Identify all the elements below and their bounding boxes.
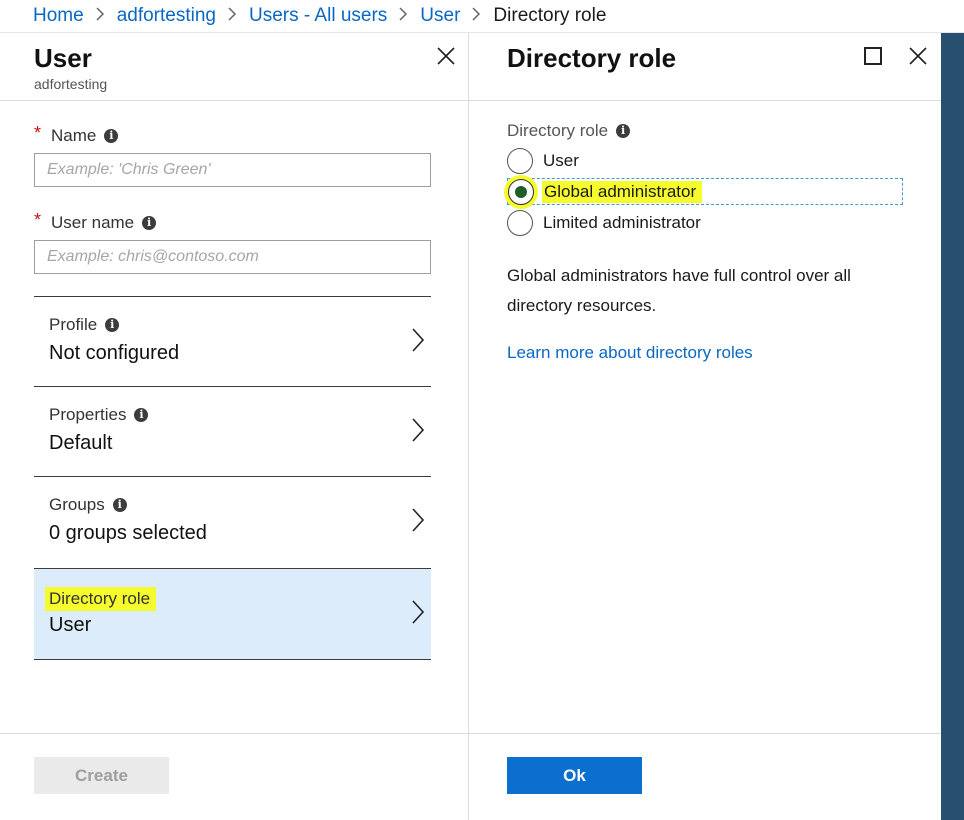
info-icon[interactable]: i xyxy=(134,408,149,422)
divider xyxy=(469,100,941,101)
role-description: Global administrators have full control … xyxy=(507,266,851,315)
username-label-text: User name xyxy=(51,213,135,232)
info-icon[interactable]: i xyxy=(142,216,157,230)
row-groups[interactable]: Groups i 0 groups selected xyxy=(34,476,431,568)
chevron-right-icon xyxy=(472,6,481,26)
radio-button-selected[interactable] xyxy=(508,178,534,205)
row-directory-role[interactable]: Directory role User xyxy=(34,568,431,660)
radio-option-user[interactable]: User xyxy=(507,147,903,174)
info-icon[interactable]: i xyxy=(616,124,631,138)
username-input[interactable]: Example: chris@contoso.com xyxy=(34,240,431,274)
row-label-text: Profile xyxy=(49,315,98,334)
portal-edge xyxy=(941,33,964,820)
divider xyxy=(0,100,469,101)
info-icon[interactable]: i xyxy=(112,498,127,512)
breadcrumb-home[interactable]: Home xyxy=(33,5,84,27)
learn-more-link[interactable]: Learn more about directory roles xyxy=(507,343,753,363)
chevron-right-icon xyxy=(228,6,237,26)
row-label: Profile i xyxy=(49,315,120,335)
row-label: Directory role xyxy=(45,587,157,611)
radio-option-limited-administrator[interactable]: Limited administrator xyxy=(507,209,903,236)
username-label: User name i xyxy=(51,213,157,233)
row-label-text: Groups xyxy=(49,495,105,514)
row-label-text: Directory role xyxy=(45,587,157,611)
info-icon[interactable]: i xyxy=(105,318,120,332)
name-placeholder: Example: 'Chris Green' xyxy=(47,161,211,178)
chevron-right-icon xyxy=(412,508,425,532)
name-label: Name i xyxy=(51,126,119,146)
breadcrumb-user[interactable]: User xyxy=(420,5,460,27)
directory-role-label-text: Directory role xyxy=(507,121,609,140)
blade-title: User xyxy=(34,43,92,73)
name-label-text: Name xyxy=(51,126,97,145)
breadcrumb-current: Directory role xyxy=(493,5,607,26)
chevron-right-icon xyxy=(399,6,408,26)
radio-label: User xyxy=(543,150,579,170)
row-label: Properties i xyxy=(49,405,149,425)
directory-role-label: Directory role i xyxy=(507,121,631,141)
required-asterisk: * xyxy=(34,123,42,143)
breadcrumb: Home adfortesting Users - All users User… xyxy=(0,0,964,33)
close-icon[interactable] xyxy=(433,43,459,69)
radio-button[interactable] xyxy=(507,209,533,236)
breadcrumb-directory[interactable]: adfortesting xyxy=(117,5,216,27)
row-value: Default xyxy=(49,432,113,454)
radio-option-global-administrator[interactable]: Global administrator xyxy=(507,178,903,205)
radio-label: Limited administrator xyxy=(543,212,701,232)
close-icon[interactable] xyxy=(906,44,930,68)
radio-label: Global administrator xyxy=(542,180,703,203)
ok-button[interactable]: Ok xyxy=(507,757,642,794)
user-blade: User adfortesting * Name i Example: 'Chr… xyxy=(0,33,469,820)
row-value: 0 groups selected xyxy=(49,522,207,544)
info-icon[interactable]: i xyxy=(104,129,119,143)
chevron-right-icon xyxy=(412,328,425,352)
row-label: Groups i xyxy=(49,495,127,515)
blade-subtitle: adfortesting xyxy=(34,76,108,92)
required-asterisk: * xyxy=(34,210,42,230)
radio-button[interactable] xyxy=(507,147,533,174)
row-value: User xyxy=(49,614,92,636)
chevron-right-icon xyxy=(412,418,425,442)
chevron-right-icon xyxy=(96,6,105,26)
name-input[interactable]: Example: 'Chris Green' xyxy=(34,153,431,187)
divider xyxy=(0,733,469,734)
maximize-icon[interactable] xyxy=(864,47,882,65)
divider xyxy=(469,733,941,734)
chevron-right-icon xyxy=(412,600,425,624)
row-value: Not configured xyxy=(49,342,180,364)
username-placeholder: Example: chris@contoso.com xyxy=(47,248,259,265)
create-button[interactable]: Create xyxy=(34,757,169,794)
breadcrumb-all-users[interactable]: Users - All users xyxy=(249,5,387,27)
blade-title: Directory role xyxy=(507,43,677,73)
row-properties[interactable]: Properties i Default xyxy=(34,386,431,476)
directory-role-blade: Directory role Directory role i User Glo… xyxy=(469,33,941,820)
row-profile[interactable]: Profile i Not configured xyxy=(34,296,431,386)
row-label-text: Properties xyxy=(49,405,127,424)
